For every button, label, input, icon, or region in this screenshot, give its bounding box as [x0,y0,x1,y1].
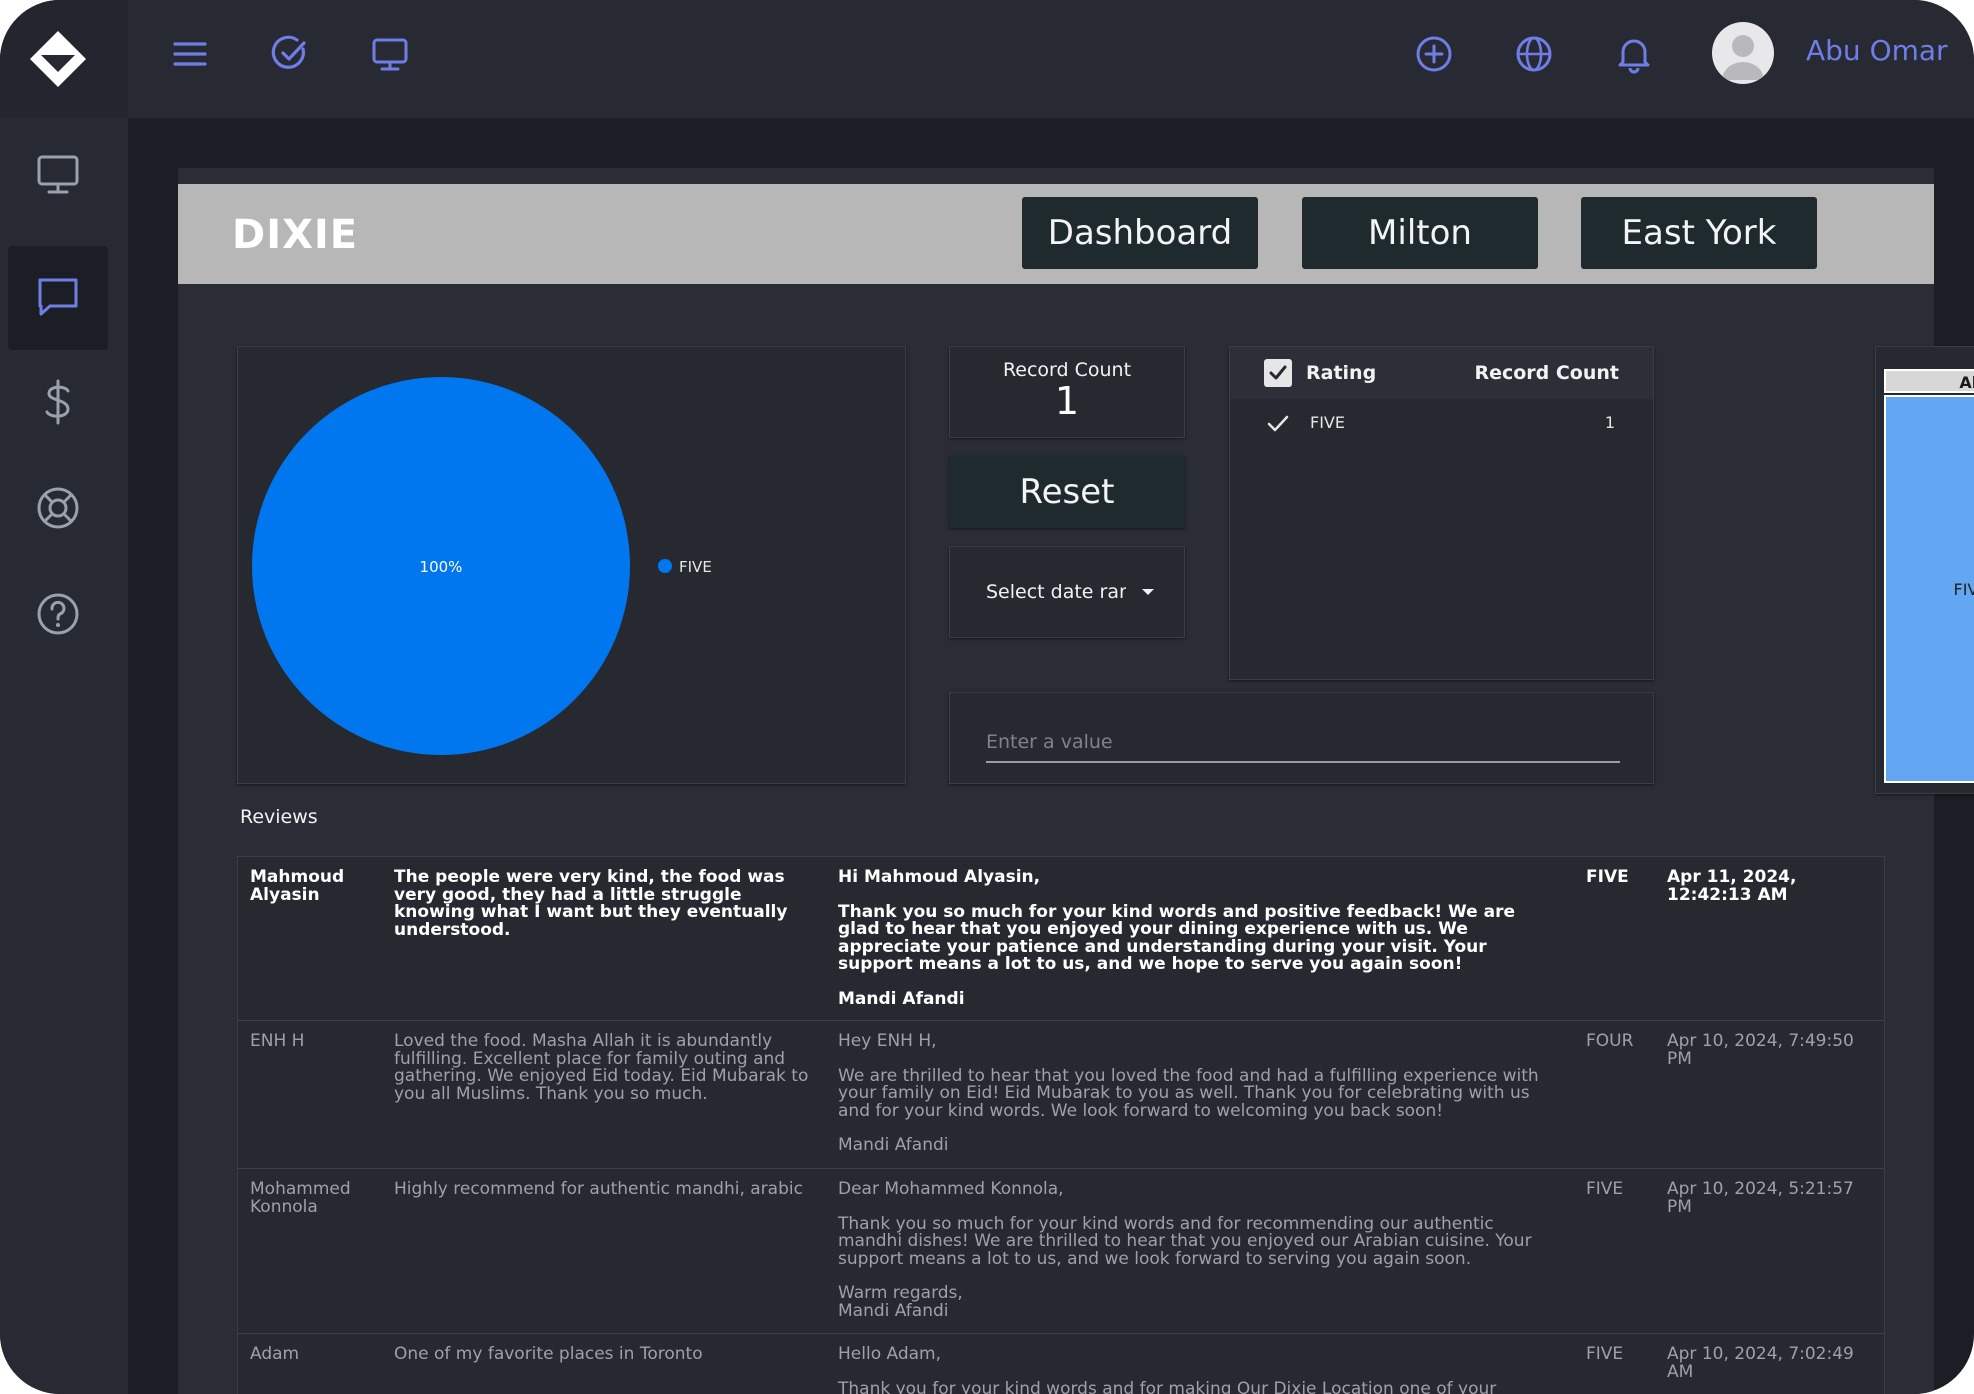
record-count-value: 1 [1054,379,1080,423]
sidebar-item-reviews[interactable] [8,246,108,350]
user-avatar-icon [1722,35,1764,80]
pie-chart-svg: 100% FIVE [252,377,712,755]
sidebar [0,118,128,1394]
sidebar-item-dashboard[interactable] [8,124,108,228]
globe-icon[interactable] [1512,32,1556,76]
monitor-icon[interactable] [368,32,412,76]
logo[interactable] [0,0,128,118]
review-text: Loved the food. Masha Allah it is abunda… [394,1031,809,1104]
rating-column-header[interactable]: Rating [1306,362,1376,384]
rating-cell: FIVE [1586,1179,1624,1199]
date-range-value: Select date range [986,581,1126,603]
record-count-label: Record Count [1002,359,1132,381]
plus-circle-icon[interactable] [1412,32,1456,76]
review-text: One of my favorite places in Toronto [394,1344,703,1364]
legend-dot[interactable] [658,559,672,573]
check-circle-icon[interactable] [268,32,312,76]
rating-filter: All FIVE [1875,346,1974,794]
date-range-select[interactable]: Select date range [949,546,1185,638]
dollar-icon [33,377,83,431]
reply-greeting: Hello Adam, [838,1344,941,1364]
reply-text: Hello Adam, Thank you for your kind words… [838,1344,1558,1394]
reviews-title: Reviews [240,806,318,828]
rating-table-header: Rating Record Count [1230,347,1653,399]
user-name[interactable]: Abu Omar [1806,34,1948,67]
reply-signoff: Warm regards, [838,1283,963,1303]
table-row[interactable]: Mohammed Konnola Highly recommend for aut… [238,1169,1884,1334]
reviewer-name: ENH H [250,1031,305,1051]
rating-cell: FIVE [1586,867,1629,887]
reply-greeting: Hi Mahmoud Alyasin, [838,867,1041,887]
logo-icon [30,31,86,87]
reply-signoff: Mandi Afandi [838,988,965,1009]
reply-text: Hey ENH H, We are thrilled to hear that y… [838,1031,1558,1155]
chat-icon [33,271,83,325]
record-count-card: Record Count 1 [949,346,1185,438]
rating-cell: FIVE [1586,1344,1624,1364]
menu-icon[interactable] [168,32,212,76]
value-input[interactable] [986,723,1620,763]
table-row[interactable]: Mahmoud Alyasin The people were very kind… [238,857,1884,1021]
sidebar-item-help[interactable] [8,564,108,668]
main-panel: DIXIE Dashboard Milton East York 100% FIV… [178,168,1974,1394]
review-text: The people were very kind, the food was … [394,867,788,940]
reply-greeting: Hey ENH H, [838,1031,937,1051]
sidebar-item-support[interactable] [8,458,108,562]
date-cell: Apr 10, 2024, 7:02:49 AM [1667,1344,1854,1382]
reply-text: Hi Mahmoud Alyasin, Thank you so much for… [838,867,1558,1009]
avatar[interactable] [1712,22,1774,84]
reviewer-name: Mahmoud Alyasin [250,867,345,905]
page-title: DIXIE [232,212,359,258]
rating-cell: FIVE [1310,413,1345,432]
review-text: Highly recommend for authentic mandhi, a… [394,1179,803,1199]
date-cell: Apr 11, 2024, 12:42:13 AM [1667,867,1797,905]
reply-text: Dear Mohammed Konnola, Thank you so much … [838,1179,1558,1321]
count-cell: 1 [1604,413,1615,432]
lifebuoy-icon [33,483,83,537]
app-window: Abu Omar DIXIE Dashboard Milton East Yor… [0,0,1974,1394]
legend-label[interactable]: FIVE [679,558,712,576]
pie-slice-label: 100% [420,558,463,576]
reply-body: Thank you so much for your kind words an… [838,901,1515,974]
sidebar-item-billing[interactable] [8,352,108,456]
table-row[interactable]: Adam One of my favorite places in Toronto… [238,1334,1884,1394]
reply-signature: Mandi Afandi [838,1300,949,1321]
table-row[interactable]: ENH H Loved the food. Masha Allah it is a… [238,1021,1884,1169]
record-count-column-header[interactable]: Record Count [1474,362,1619,384]
filter-five-option[interactable]: FIVE [1884,395,1974,783]
rating-cell: FOUR [1586,1031,1634,1051]
bell-icon[interactable] [1612,32,1656,76]
rating-table: Rating Record Count FIVE 1 [1229,346,1654,680]
date-cell: Apr 10, 2024, 7:49:50 PM [1667,1031,1854,1069]
reviewer-name: Adam [250,1344,300,1364]
top-bar: Abu Omar [0,0,1974,118]
reply-body: We are thrilled to hear that you loved t… [838,1065,1539,1121]
dashboard-button[interactable]: Dashboard [1022,197,1258,269]
value-input-card [949,692,1654,784]
reply-greeting: Dear Mohammed Konnola, [838,1179,1064,1199]
rating-pie-chart: 100% FIVE [237,346,906,784]
help-icon [33,589,83,643]
milton-button[interactable]: Milton [1302,197,1538,269]
reviewer-name: Mohammed Konnola [250,1179,351,1217]
east-york-button[interactable]: East York [1581,197,1817,269]
reset-button[interactable]: Reset [949,456,1185,528]
filter-all-option[interactable]: All [1884,369,1974,393]
reviews-table: Mahmoud Alyasin The people were very kind… [237,856,1885,1394]
reply-signoff: Mandi Afandi [838,1135,949,1155]
select-all-checkbox[interactable] [1264,359,1292,387]
date-cell: Apr 10, 2024, 5:21:57 PM [1667,1179,1854,1217]
caret-down-icon [1142,589,1154,595]
reply-body: Thank you so much for your kind words an… [838,1213,1532,1269]
monitor-icon [33,149,83,203]
row-check-icon[interactable] [1266,413,1290,435]
page-header: DIXIE Dashboard Milton East York [178,184,1934,284]
reply-body: Thank you for your kind words and for ma… [838,1378,1497,1394]
checkmark-icon [1269,365,1287,380]
